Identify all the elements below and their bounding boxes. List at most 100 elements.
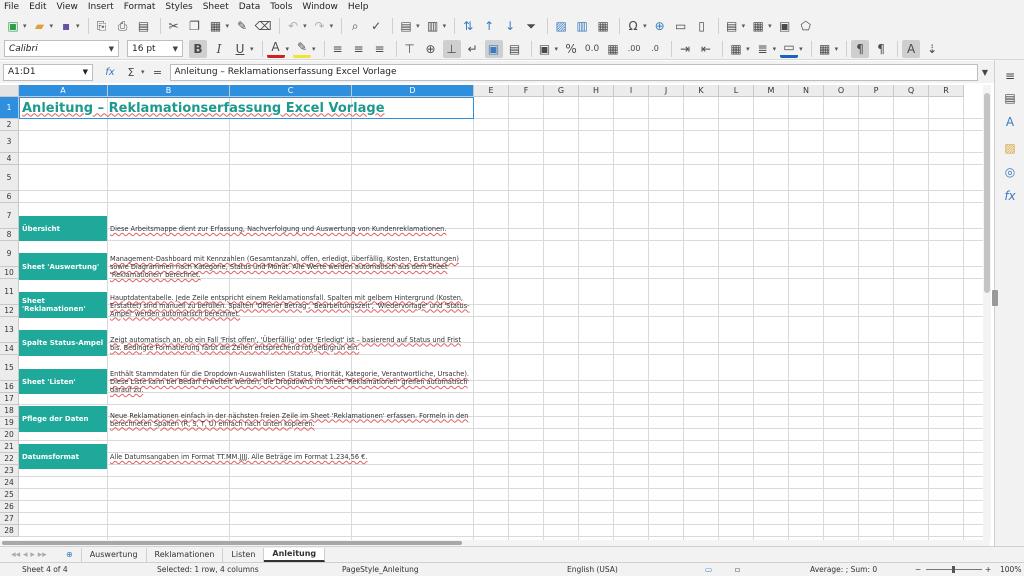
row-header[interactable]: 6 xyxy=(0,191,19,203)
chevron-down-icon[interactable]: ▾ xyxy=(768,22,772,30)
chevron-down-icon[interactable]: ▾ xyxy=(250,45,254,53)
copy-icon[interactable]: ❐ xyxy=(186,17,204,35)
increase-indent-icon[interactable]: ⇥ xyxy=(676,40,694,58)
split-window-icon[interactable]: ▣ xyxy=(776,17,794,35)
column-header[interactable]: K xyxy=(684,85,719,97)
menu-styles[interactable]: Styles xyxy=(165,2,192,12)
section-label-datumsformat[interactable]: Datumsformat xyxy=(19,444,107,470)
chevron-down-icon[interactable]: ▾ xyxy=(799,45,803,53)
column-header[interactable]: M xyxy=(754,85,789,97)
align-center-icon[interactable]: ≡ xyxy=(350,40,368,58)
row-header[interactable]: 1 xyxy=(0,97,19,119)
menu-edit[interactable]: Edit xyxy=(29,2,46,12)
column-header[interactable]: C xyxy=(230,85,352,97)
row-header[interactable]: 26 xyxy=(0,501,19,513)
section-label-status-ampel[interactable]: Spalte Status-Ampel xyxy=(19,330,107,357)
spelling-icon[interactable]: ✓ xyxy=(367,17,385,35)
column-header[interactable]: D xyxy=(352,85,474,97)
number-format-icon[interactable]: 0.0 xyxy=(583,40,601,58)
align-bottom-icon[interactable]: ⊥ xyxy=(442,39,461,58)
formula-input[interactable]: Anleitung – Reklamationserfassung Excel … xyxy=(169,63,978,81)
selection-mode-icon[interactable]: ▭ xyxy=(705,565,712,574)
chevron-down-icon[interactable]: ▼ xyxy=(83,68,88,76)
column-header[interactable]: I xyxy=(614,85,649,97)
column-header[interactable]: Q xyxy=(894,85,929,97)
spreadsheet-grid[interactable]: ABCDEFGHIJKLMNOPQR 1 2 3 4 5 6 7 8 9 10 11 12 13 14 15… xyxy=(0,85,990,542)
sort-ascending-icon[interactable]: ↑ xyxy=(480,17,498,35)
tab-anleitung[interactable]: Anleitung xyxy=(264,547,326,562)
row-header[interactable]: 15 xyxy=(0,355,19,381)
navigator-icon[interactable]: ◎ xyxy=(1002,164,1018,180)
menu-sheet[interactable]: Sheet xyxy=(203,2,229,12)
align-right-icon[interactable]: ≡ xyxy=(371,40,389,58)
tab-auswertung[interactable]: Auswertung xyxy=(82,547,147,562)
add-sheet-icon[interactable]: ⊕ xyxy=(58,547,82,562)
sort-descending-icon[interactable]: ↓ xyxy=(501,17,519,35)
border-color-icon[interactable]: ▭ xyxy=(780,40,799,58)
column-header[interactable]: O xyxy=(824,85,859,97)
underline-icon[interactable]: U xyxy=(231,40,249,58)
row-header[interactable]: 7 xyxy=(0,203,19,229)
page-style-text[interactable]: PageStyle_Anleitung xyxy=(342,565,419,574)
chevron-down-icon[interactable]: ▾ xyxy=(773,45,777,53)
chevron-down-icon[interactable]: ▾ xyxy=(742,22,746,30)
section-label-pflege[interactable]: Pflege der Daten xyxy=(19,406,107,433)
row-header[interactable]: 27 xyxy=(0,513,19,525)
font-color-icon[interactable]: A xyxy=(266,40,285,58)
row-header[interactable]: 13 xyxy=(0,317,19,343)
tab-listen[interactable]: Listen xyxy=(223,547,265,562)
clear-formatting-icon[interactable]: ⌫ xyxy=(254,17,272,35)
row-header[interactable]: 23 xyxy=(0,465,19,477)
hyperlink-icon[interactable]: ⊕ xyxy=(651,17,669,35)
select-all-corner[interactable] xyxy=(0,85,19,97)
row-header[interactable]: 25 xyxy=(0,489,19,501)
column-header[interactable]: B xyxy=(108,85,230,97)
print-preview-icon[interactable]: ▤ xyxy=(135,17,153,35)
conditional-format-icon[interactable]: ▦ xyxy=(816,40,834,58)
right-to-left-icon[interactable]: ¶ xyxy=(872,40,890,58)
section-label-overview[interactable]: Übersicht xyxy=(19,216,107,242)
properties-icon[interactable]: ▤ xyxy=(1002,90,1018,106)
insert-image-icon[interactable]: ▨ xyxy=(552,17,570,35)
row-header[interactable]: 4 xyxy=(0,153,19,165)
functions-icon[interactable]: fx xyxy=(1002,188,1018,204)
comment-icon[interactable]: ▭ xyxy=(672,17,690,35)
headers-footers-icon[interactable]: ▯ xyxy=(693,17,711,35)
find-replace-icon[interactable]: ⌕ xyxy=(346,17,364,35)
highlight-color-icon[interactable]: ✎ xyxy=(293,40,312,58)
row-header[interactable]: 20 xyxy=(0,429,19,441)
add-decimal-icon[interactable]: .00 xyxy=(625,40,643,58)
row-header[interactable]: 16 xyxy=(0,381,19,393)
chevron-down-icon[interactable]: ▾ xyxy=(76,22,80,30)
chevron-down-icon[interactable]: ▾ xyxy=(330,22,334,30)
summary-text[interactable]: Average: ; Sum: 0 xyxy=(810,565,877,574)
vertical-scroll-thumb[interactable] xyxy=(984,93,990,293)
decrease-indent-icon[interactable]: ⇤ xyxy=(697,40,715,58)
row-header[interactable]: 24 xyxy=(0,477,19,489)
column-header[interactable]: F xyxy=(509,85,544,97)
row-header[interactable]: 5 xyxy=(0,165,19,191)
sheet-title-cell[interactable]: Anleitung – Reklamationserfassung Excel … xyxy=(19,97,474,119)
percent-format-icon[interactable]: % xyxy=(562,40,580,58)
row-header[interactable]: 10 xyxy=(0,267,19,279)
font-size-box[interactable]: 16 pt ▼ xyxy=(127,40,183,57)
sidebar-collapse-handle[interactable] xyxy=(992,290,998,306)
special-character-icon[interactable]: Ω xyxy=(624,17,642,35)
chevron-down-icon[interactable]: ▾ xyxy=(226,22,230,30)
menu-window[interactable]: Window xyxy=(302,2,338,12)
hamburger-menu-icon[interactable]: ≡ xyxy=(1002,68,1018,84)
show-draw-functions-icon[interactable]: ⬠ xyxy=(797,17,815,35)
column-header[interactable]: H xyxy=(579,85,614,97)
zoom-out-button[interactable]: − xyxy=(915,565,921,574)
menu-data[interactable]: Data xyxy=(239,2,261,12)
chevron-down-icon[interactable]: ▾ xyxy=(50,22,54,30)
row-header[interactable]: 9 xyxy=(0,241,19,267)
row-header[interactable]: 18 xyxy=(0,405,19,417)
chevron-down-icon[interactable]: ▾ xyxy=(443,22,447,30)
sum-icon[interactable]: Σ xyxy=(122,63,140,81)
chevron-down-icon[interactable]: ▾ xyxy=(416,22,420,30)
sort-icon[interactable]: ⇅ xyxy=(459,17,477,35)
redo-icon[interactable]: ↷ xyxy=(311,17,329,35)
bold-icon[interactable]: B xyxy=(189,39,207,58)
column-header[interactable]: E xyxy=(474,85,509,97)
